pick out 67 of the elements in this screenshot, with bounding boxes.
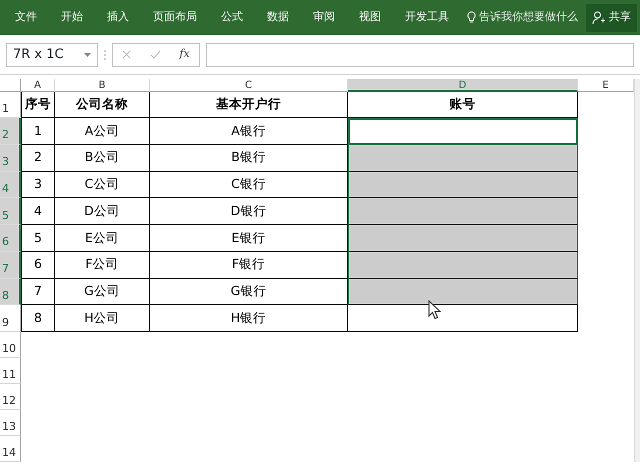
row-header[interactable]: 12	[0, 384, 21, 410]
header-cell: 公司名称	[55, 92, 150, 118]
row-header[interactable]: 11	[0, 358, 21, 384]
lightbulb-icon	[467, 11, 476, 24]
table-cell: 5	[21, 225, 55, 252]
selected-cell[interactable]	[348, 225, 578, 252]
table-cell: G公司	[55, 278, 150, 306]
table-cell: 3	[21, 172, 55, 198]
table-cell: A银行	[150, 118, 348, 145]
table-cell: 6	[21, 252, 55, 278]
table-cell: B公司	[55, 144, 150, 172]
cursor-icon	[428, 300, 442, 320]
header-cell: 账号	[348, 92, 578, 118]
selected-cell[interactable]	[348, 144, 578, 172]
row-header[interactable]: 3	[0, 144, 21, 172]
insert-function-button[interactable]: fx	[179, 46, 190, 63]
row-header[interactable]: 9	[0, 305, 21, 332]
table-cell: G银行	[150, 278, 348, 306]
drag-handle-icon	[104, 50, 106, 60]
row-header[interactable]: 5	[0, 198, 21, 225]
table-cell: H银行	[150, 305, 348, 332]
column-header[interactable]: A	[21, 79, 55, 92]
check-icon[interactable]	[150, 50, 161, 59]
row-header[interactable]: 8	[0, 278, 21, 306]
ribbon-tab[interactable]: 开发工具	[393, 9, 461, 26]
column-header[interactable]: D	[348, 79, 578, 92]
share-button[interactable]: 共享	[586, 4, 637, 32]
ribbon-tab[interactable]: 页面布局	[141, 9, 209, 26]
row-header[interactable]: 6	[0, 225, 21, 252]
table-cell: F公司	[55, 252, 150, 278]
ribbon-tab[interactable]: 视图	[347, 9, 393, 26]
formula-input[interactable]	[206, 42, 634, 66]
ribbon-tab[interactable]: 开始	[49, 9, 95, 26]
selected-cell[interactable]	[348, 172, 578, 198]
header-cell: 基本开户行	[150, 92, 348, 118]
selected-cell[interactable]	[348, 198, 578, 225]
table-cell: 2	[21, 144, 55, 172]
table-cell: C公司	[55, 172, 150, 198]
column-header[interactable]: B	[55, 79, 150, 92]
add-user-icon	[592, 10, 606, 24]
table-cell: A公司	[55, 118, 150, 145]
column-header[interactable]: C	[150, 79, 348, 92]
row-header[interactable]: 14	[0, 436, 21, 462]
row-header[interactable]: 2	[0, 118, 21, 145]
selected-cell[interactable]	[348, 278, 578, 306]
row-header[interactable]: 7	[0, 252, 21, 278]
header-cell: 序号	[21, 92, 55, 118]
ribbon-tab[interactable]: 插入	[95, 9, 141, 26]
table-cell: 4	[21, 198, 55, 225]
row-header[interactable]: 13	[0, 410, 21, 436]
tell-me-search[interactable]: 告诉我你想要做什么	[479, 9, 578, 26]
table-cell: 1	[21, 118, 55, 145]
ribbon-tab[interactable]: 数据	[255, 9, 301, 26]
table-cell: D公司	[55, 198, 150, 225]
table-cell: 7	[21, 278, 55, 306]
table-cell: H公司	[55, 305, 150, 332]
selected-cell[interactable]	[348, 252, 578, 278]
ribbon-tab[interactable]: 文件	[3, 9, 49, 26]
table-cell: 8	[21, 305, 55, 332]
ribbon-tab[interactable]: 公式	[209, 9, 255, 26]
column-header[interactable]: E	[578, 79, 634, 92]
name-box[interactable]: 7R x 1C	[6, 42, 98, 66]
ribbon-tab[interactable]: 审阅	[301, 9, 347, 26]
table-cell: E公司	[55, 225, 150, 252]
active-cell[interactable]	[348, 118, 578, 145]
row-header[interactable]: 10	[0, 332, 21, 358]
row-header[interactable]: 4	[0, 172, 21, 198]
